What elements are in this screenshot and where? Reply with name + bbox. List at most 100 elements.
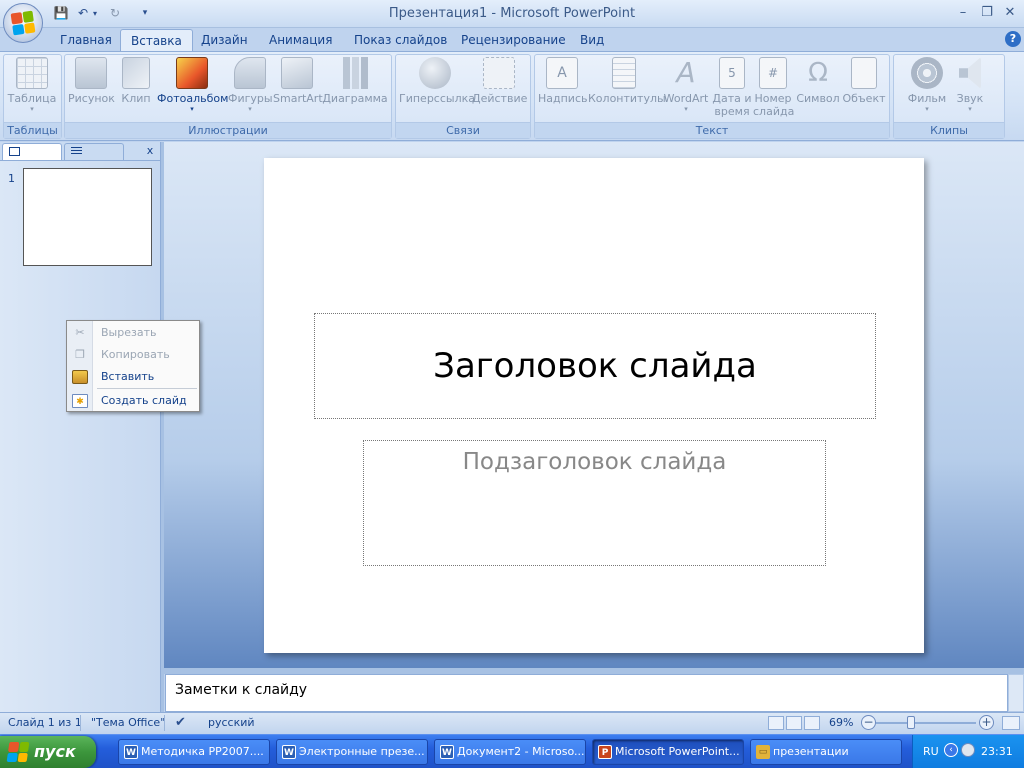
chevron-down-icon: ▾ — [684, 105, 688, 113]
sound-icon — [959, 57, 981, 89]
slides-tab-icon — [9, 147, 20, 156]
datetime-label-2: время — [714, 105, 750, 118]
menu-item-new-slide[interactable]: ✱ Создать слайд — [67, 390, 199, 412]
chart-label: Диаграмма — [322, 92, 388, 105]
tab-home[interactable]: Главная — [50, 29, 122, 52]
headerfooter-button: Колонтитулы — [588, 57, 666, 127]
zoom-out-button[interactable]: − — [861, 715, 876, 730]
context-menu: ✂ Вырезать ❐ Копировать Вставить ✱ Созда… — [66, 320, 200, 412]
title-placeholder[interactable]: Заголовок слайда — [314, 313, 876, 419]
word-icon: W — [282, 745, 296, 759]
help-icon[interactable]: ? — [1005, 31, 1021, 47]
datetime-button: 5 Дата и время — [712, 57, 752, 127]
table-icon — [16, 57, 48, 89]
subtitle-placeholder[interactable]: Подзаголовок слайда — [363, 440, 826, 566]
picture-icon — [75, 57, 107, 89]
language-indicator[interactable]: русский — [208, 716, 255, 730]
zoom-slider-thumb[interactable] — [907, 716, 915, 729]
shapes-icon — [234, 57, 266, 89]
outline-tab-icon — [71, 147, 82, 156]
restore-button[interactable]: ❐ — [976, 4, 998, 22]
hyperlink-icon — [419, 57, 451, 89]
word-icon: W — [124, 745, 138, 759]
taskbar-item[interactable]: W Документ2 - Microso... — [434, 739, 586, 765]
tab-view[interactable]: Вид — [570, 29, 614, 52]
fit-to-window-button[interactable] — [1002, 716, 1020, 730]
taskbar-item[interactable]: W Методичка PP2007.... — [118, 739, 270, 765]
slidenumber-button: # Номер слайда — [753, 57, 794, 127]
tab-animation[interactable]: Анимация — [259, 29, 342, 52]
taskbar-item-label: Microsoft PowerPoint... — [615, 745, 740, 758]
slide-counter: Слайд 1 из 1 — [8, 716, 82, 729]
slidenumber-label-1: Номер — [754, 92, 792, 105]
taskbar-item[interactable]: W Электронные презе... — [276, 739, 428, 765]
chart-button: Диаграмма — [322, 57, 388, 127]
chevron-left-icon[interactable]: ‹ — [944, 743, 958, 757]
minimize-button[interactable]: – — [952, 4, 974, 22]
close-button[interactable]: ✕ — [999, 4, 1021, 22]
symbol-button: Ω Символ — [795, 57, 841, 127]
header-footer-icon — [612, 57, 636, 89]
slideshow-button[interactable] — [804, 716, 820, 730]
textbox-button: A Надпись — [538, 57, 588, 127]
status-divider — [80, 715, 81, 731]
tab-slides[interactable] — [2, 143, 62, 160]
tab-review[interactable]: Рецензирование — [451, 29, 576, 52]
textbox-label: Надпись — [538, 92, 588, 105]
object-icon — [851, 57, 877, 89]
movie-icon — [911, 57, 943, 89]
taskbar-item[interactable]: ▭ презентации — [750, 739, 902, 765]
close-pane-icon[interactable]: x — [144, 144, 156, 158]
taskbar-item-label: Методичка PP2007.... — [141, 745, 264, 758]
clip-label: Клип — [121, 92, 151, 105]
tab-slideshow[interactable]: Показ слайдов — [344, 29, 457, 52]
notes-placeholder: Заметки к слайду — [175, 682, 308, 698]
notes-scrollbar[interactable] — [1008, 674, 1024, 712]
hyperlink-button: Гиперссылка — [399, 57, 475, 127]
clipart-icon — [122, 57, 150, 89]
shapes-label: Фигуры — [228, 92, 273, 105]
movie-button: Фильм ▾ — [902, 57, 952, 127]
photoalbum-button[interactable]: Фотоальбом ▾ — [157, 57, 228, 127]
office-button[interactable] — [3, 3, 43, 43]
shapes-button: Фигуры ▾ — [228, 57, 273, 127]
notes-field[interactable]: Заметки к слайду — [165, 674, 1008, 712]
slide-thumbnail[interactable] — [23, 168, 152, 266]
windows-logo-icon — [6, 742, 30, 762]
textbox-icon: A — [546, 57, 578, 89]
smartart-icon — [281, 57, 313, 89]
copy-icon: ❐ — [75, 348, 85, 361]
normal-view-button[interactable] — [768, 716, 784, 730]
menu-item-cut[interactable]: ✂ Вырезать — [67, 322, 199, 344]
network-icon[interactable] — [961, 743, 975, 757]
tab-design[interactable]: Дизайн — [191, 29, 258, 52]
picture-label: Рисунок — [68, 92, 115, 105]
tab-insert[interactable]: Вставка — [120, 29, 193, 52]
chevron-down-icon: ▾ — [190, 105, 194, 113]
clip-button: Клип — [118, 57, 154, 127]
language-bar[interactable]: RU — [923, 745, 939, 758]
zoom-in-button[interactable]: + — [979, 715, 994, 730]
status-divider — [164, 715, 165, 731]
menu-item-paste[interactable]: Вставить — [67, 366, 199, 388]
photo-album-icon — [176, 57, 208, 89]
slide-sorter-button[interactable] — [786, 716, 802, 730]
theme-name[interactable]: "Тема Office" — [91, 716, 165, 730]
title-text: Заголовок слайда — [433, 346, 757, 386]
new-slide-icon: ✱ — [72, 394, 88, 408]
zoom-slider-track[interactable] — [876, 722, 976, 724]
paste-icon — [72, 370, 88, 384]
word-icon: W — [440, 745, 454, 759]
clock[interactable]: 23:31 — [981, 745, 1013, 758]
tab-outline[interactable] — [64, 143, 124, 160]
menu-item-copy[interactable]: ❐ Копировать — [67, 344, 199, 366]
taskbar-item-active[interactable]: P Microsoft PowerPoint... — [592, 739, 744, 765]
zoom-level[interactable]: 69% — [829, 716, 853, 730]
symbol-label: Символ — [796, 92, 840, 105]
spellcheck-icon[interactable]: ✔ — [175, 716, 186, 730]
taskbar-item-label: презентации — [773, 745, 849, 758]
slide-number-icon: # — [759, 57, 787, 89]
smartart-button: SmartArt — [273, 57, 323, 127]
folder-icon: ▭ — [756, 745, 770, 759]
sound-button: Звук ▾ — [952, 57, 988, 127]
